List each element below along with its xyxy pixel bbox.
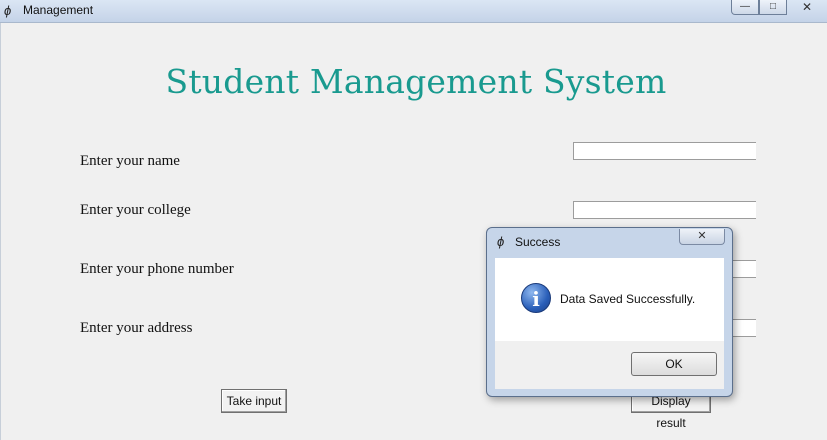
name-label: Enter your name (80, 153, 180, 169)
main-window-titlebar[interactable]: ϕ Management — □ ✕ (0, 0, 827, 23)
close-button[interactable]: ✕ (787, 0, 827, 14)
dialog-footer: OK (495, 341, 724, 389)
feather-app-icon: ϕ (4, 3, 12, 18)
name-input[interactable] (573, 142, 756, 160)
information-icon: i (521, 283, 551, 313)
window-controls: — □ ✕ (731, 0, 827, 16)
take-input-button[interactable]: Take input (221, 389, 287, 413)
college-label: Enter your college (80, 202, 191, 218)
dialog-close-button[interactable]: ✕ (679, 229, 725, 245)
address-label: Enter your address (80, 320, 193, 336)
success-dialog[interactable]: ϕ Success ✕ i Data Saved Successfully. O… (486, 227, 733, 397)
dialog-message: Data Saved Successfully. (560, 292, 696, 306)
phone-label: Enter your phone number (80, 261, 234, 277)
dialog-body: i Data Saved Successfully. (495, 258, 724, 341)
dialog-title: Success (515, 235, 561, 249)
minimize-button[interactable]: — (731, 0, 759, 15)
maximize-button[interactable]: □ (759, 0, 787, 15)
feather-app-icon: ϕ (497, 234, 505, 249)
ok-button[interactable]: OK (631, 352, 717, 376)
page-title: Student Management System (165, 62, 667, 101)
window-title: Management (23, 3, 94, 17)
college-input[interactable] (573, 201, 756, 219)
